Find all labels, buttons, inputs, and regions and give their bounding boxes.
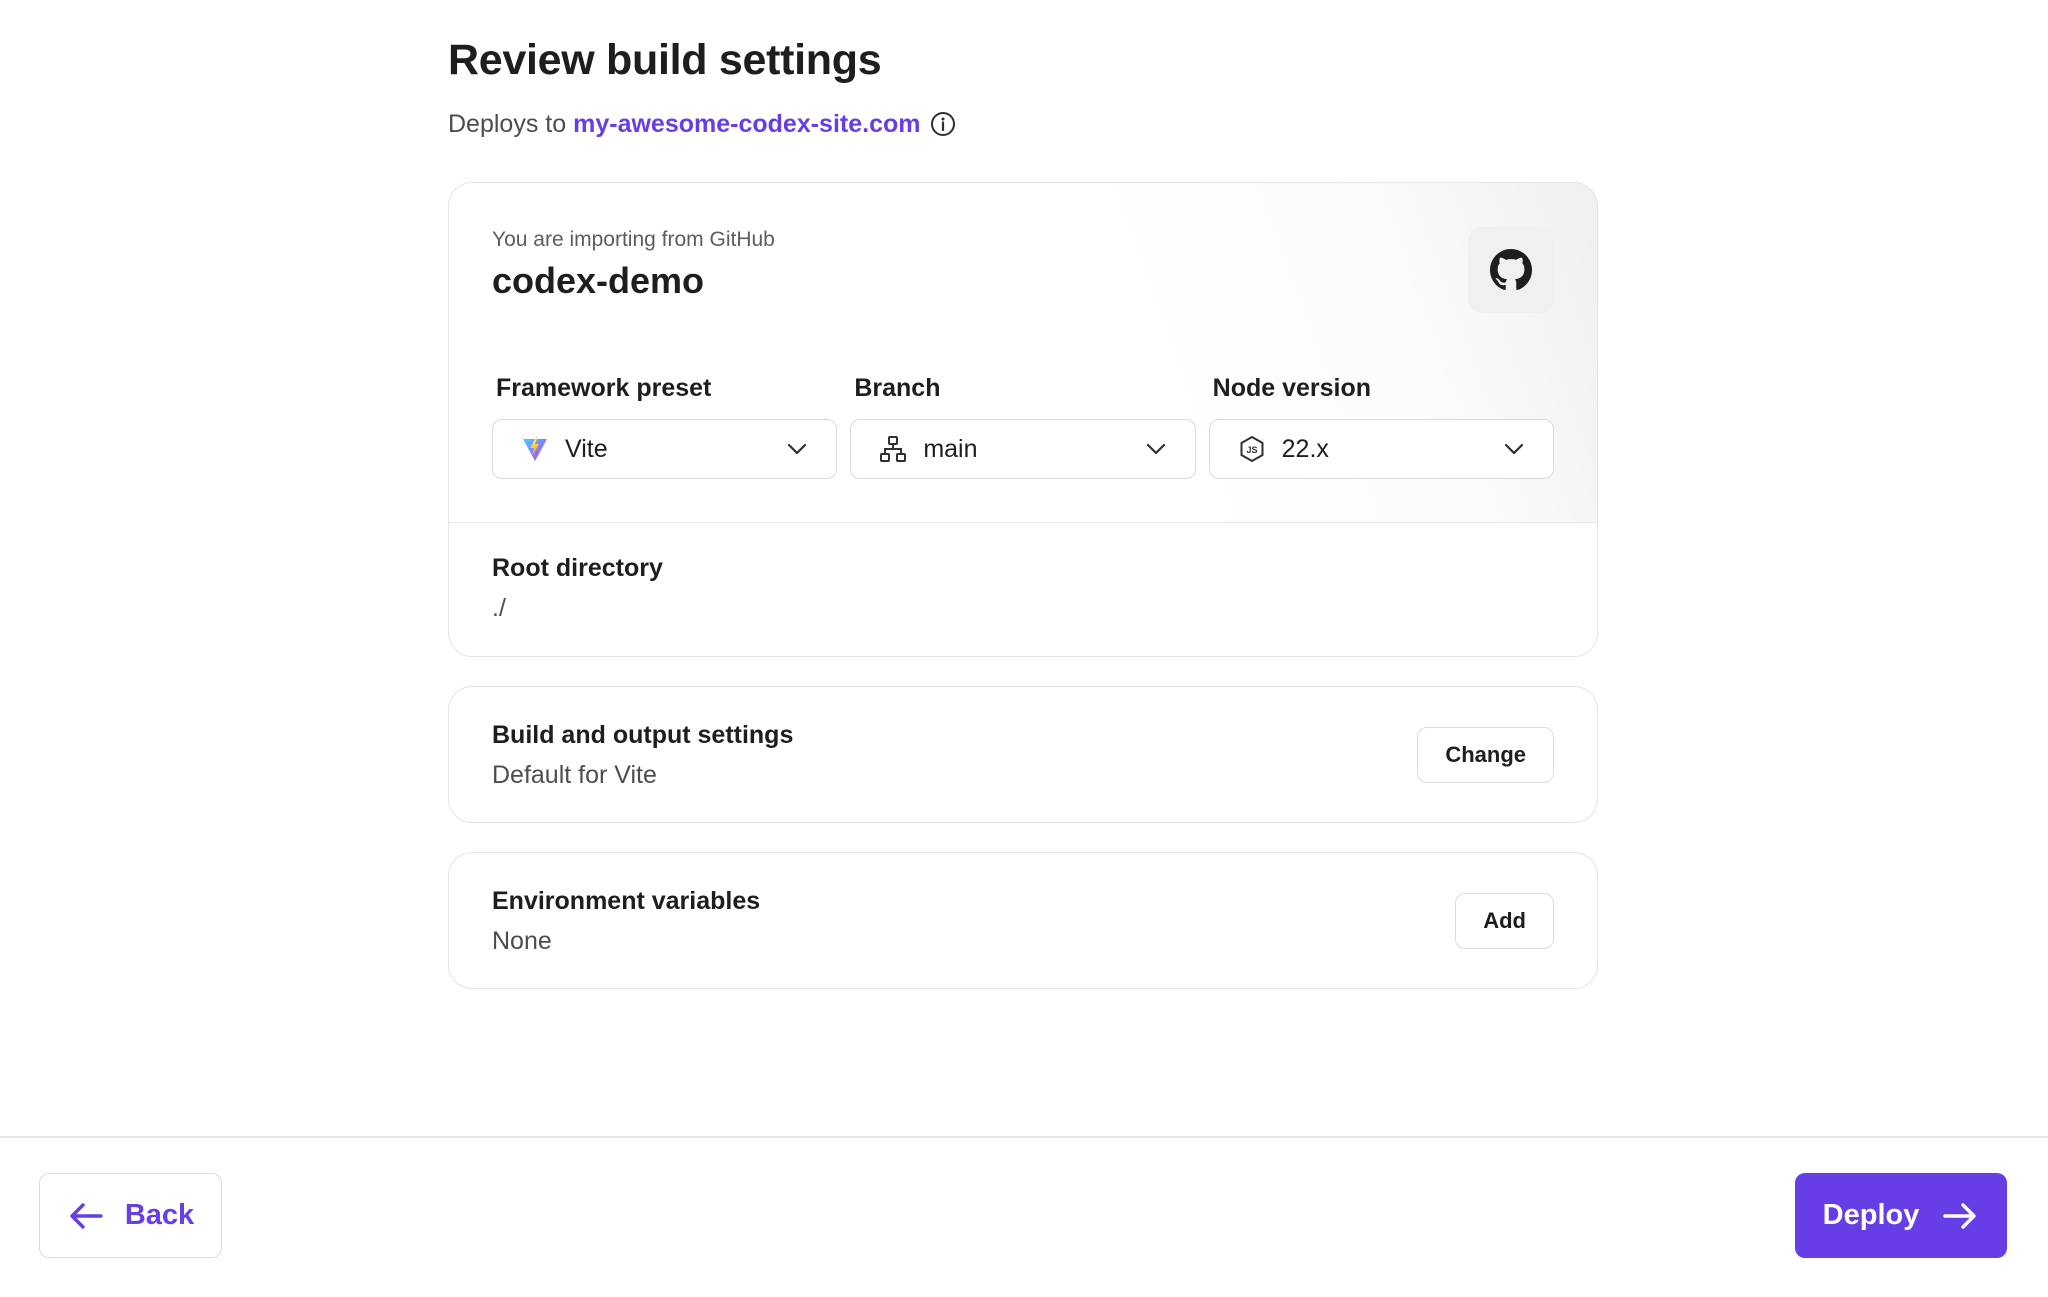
node-label: Node version — [1212, 374, 1372, 402]
deploys-to-label: Deploys to — [448, 109, 567, 138]
domain-link[interactable]: my-awesome-codex-site.com — [573, 110, 920, 139]
framework-select[interactable]: Vite — [492, 419, 838, 479]
branch-field: Branch main — [850, 373, 1196, 479]
svg-text:JS: JS — [1246, 445, 1257, 455]
back-label: Back — [124, 1199, 195, 1231]
import-card: You are importing from GitHub codex-demo… — [448, 182, 1598, 657]
main-content: Review build settings Deploys to my-awes… — [448, 34, 1598, 989]
node-select[interactable]: JS 22.x — [1208, 419, 1554, 479]
build-fields: Framework preset Vite Branch main Node v… — [492, 373, 1554, 479]
env-vars-value: None — [492, 926, 552, 955]
chevron-down-icon — [784, 436, 810, 462]
branch-label: Branch — [854, 374, 941, 402]
deploy-label: Deploy — [1822, 1199, 1920, 1231]
change-button[interactable]: Change — [1417, 726, 1554, 783]
chevron-down-icon — [1143, 436, 1169, 462]
page-title: Review build settings — [448, 36, 882, 84]
chevron-down-icon — [1501, 436, 1527, 462]
branch-select[interactable]: main — [850, 419, 1196, 479]
vite-icon — [521, 435, 549, 463]
arrow-right-icon — [1939, 1196, 1979, 1236]
arrow-left-icon — [67, 1196, 107, 1236]
branch-icon — [879, 435, 907, 463]
env-vars-title: Environment variables — [492, 886, 761, 915]
node-value: 22.x — [1281, 434, 1329, 463]
deploy-target: Deploys to my-awesome-codex-site.com — [448, 108, 1598, 140]
root-directory-value: ./ — [492, 594, 506, 622]
repo-name: codex-demo — [492, 260, 705, 301]
build-settings-value: Default for Vite — [492, 760, 657, 789]
framework-label: Framework preset — [496, 374, 712, 402]
info-icon[interactable] — [930, 111, 956, 137]
node-field: Node version JS 22.x — [1208, 373, 1554, 479]
page: Review build settings Deploys to my-awes… — [0, 0, 2048, 1297]
github-icon — [1468, 227, 1554, 313]
add-env-var-button[interactable]: Add — [1455, 892, 1554, 949]
import-section: You are importing from GitHub codex-demo… — [449, 183, 1597, 523]
framework-value: Vite — [565, 434, 608, 463]
deploy-button[interactable]: Deploy — [1795, 1173, 2007, 1258]
env-vars-card: Environment variables None Add — [448, 852, 1598, 989]
framework-field: Framework preset Vite — [492, 373, 838, 479]
footer-divider — [0, 1136, 2048, 1138]
nodejs-icon: JS — [1238, 435, 1266, 463]
build-settings-title: Build and output settings — [492, 720, 794, 749]
back-button[interactable]: Back — [39, 1173, 222, 1258]
build-settings-card: Build and output settings Default for Vi… — [448, 686, 1598, 823]
root-directory-section: Root directory ./ — [449, 523, 1597, 623]
import-caption: You are importing from GitHub — [492, 228, 775, 251]
root-directory-label: Root directory — [492, 554, 663, 582]
branch-value: main — [923, 434, 978, 463]
